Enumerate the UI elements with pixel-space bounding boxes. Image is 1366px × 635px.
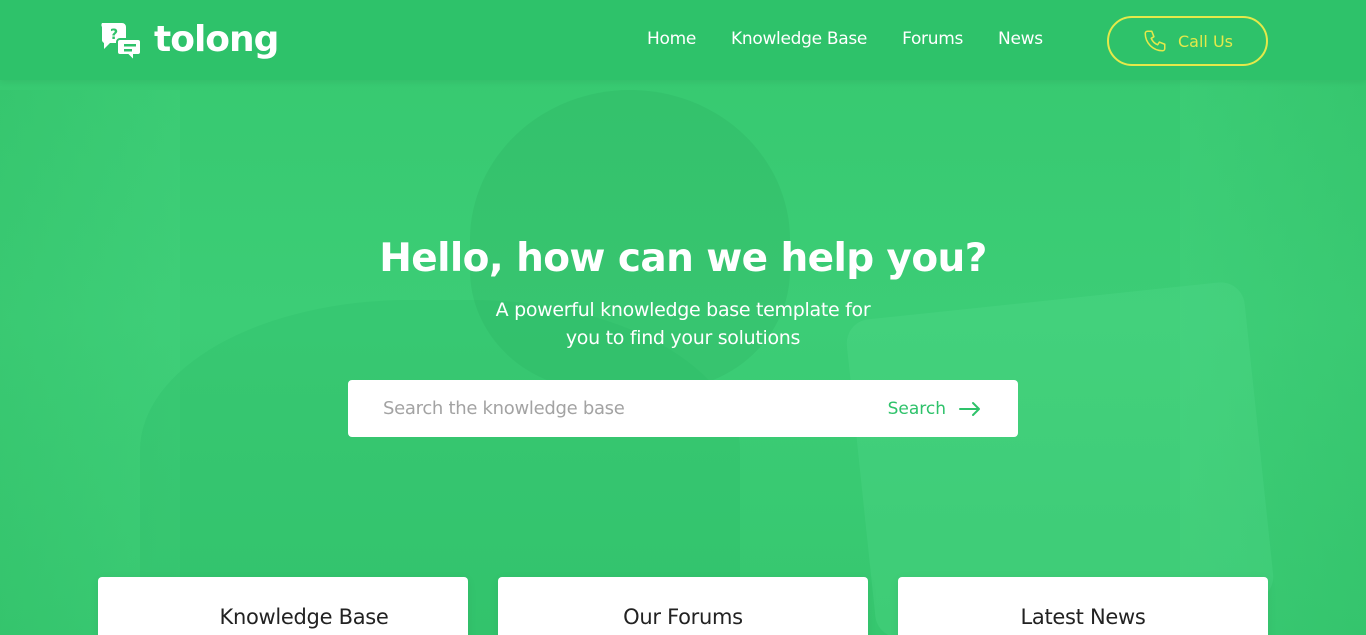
hero-subtitle-line: A powerful knowledge base template for [495, 299, 871, 321]
card-news[interactable]: Latest News [898, 577, 1268, 635]
search-button[interactable]: Search [888, 399, 982, 419]
search-button-label: Search [887, 398, 946, 419]
nav-item-news[interactable]: News [998, 29, 1043, 49]
card-title: Our Forums [623, 605, 743, 629]
logo[interactable]: ? tolong [98, 18, 279, 62]
hero-subtitle: A powerful knowledge base template for y… [433, 296, 933, 352]
hero-subtitle-line: you to find your solutions [565, 327, 801, 349]
logo-text: tolong [154, 19, 279, 60]
arrow-right-icon [959, 401, 980, 416]
nav-item-forums[interactable]: Forums [902, 29, 963, 49]
card-title: Latest News [1020, 605, 1146, 629]
card-forums[interactable]: Our Forums [498, 577, 868, 635]
card-knowledge-base[interactable]: Knowledge Base [98, 577, 468, 635]
main-nav: Home Knowledge Base Forums News [647, 29, 1043, 49]
card-title: Knowledge Base [219, 605, 389, 629]
site-header: ? tolong Home Knowledge Base Forums News… [0, 0, 1366, 80]
nav-item-home[interactable]: Home [647, 29, 696, 49]
nav-item-knowledge-base[interactable]: Knowledge Base [731, 29, 867, 49]
search-bar: Search [348, 380, 1018, 437]
call-us-label: Call Us [1178, 31, 1233, 51]
phone-icon [1144, 30, 1166, 52]
chat-question-icon: ? [101, 23, 142, 61]
hero-title: Hello, how can we help you? [379, 236, 987, 281]
search-input[interactable] [348, 380, 888, 437]
call-us-button[interactable]: Call Us [1107, 16, 1268, 66]
